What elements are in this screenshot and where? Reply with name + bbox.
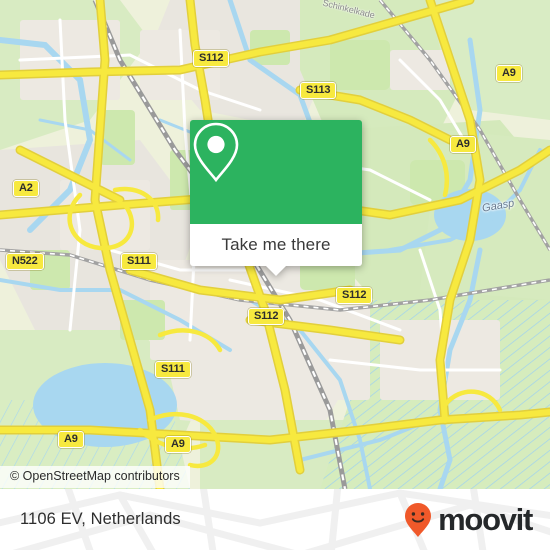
footer-bar: 1106 EV, Netherlands moovit	[0, 489, 550, 550]
destination-callout-card[interactable]: Take me there	[190, 120, 362, 276]
road-shield: S112	[336, 287, 373, 304]
road-shield: S112	[193, 50, 230, 67]
take-me-there-label: Take me there	[221, 235, 331, 254]
road-shield: S111	[121, 253, 157, 270]
callout-icon-panel	[190, 120, 362, 224]
road-shield: S112	[248, 308, 285, 325]
road-shield: N522	[6, 253, 44, 270]
callout-action-panel[interactable]: Take me there	[190, 224, 362, 276]
map-screen: S112 S113 A9 A9 A2 N522 S111 S112 S112 S…	[0, 0, 550, 550]
callout-pointer	[265, 265, 287, 276]
moovit-smiley-pin-icon	[405, 502, 432, 537]
road-shield: A9	[58, 431, 84, 448]
road-shield: A9	[450, 136, 476, 153]
osm-attribution[interactable]: © OpenStreetMap contributors	[0, 466, 190, 488]
moovit-wordmark: moovit	[438, 502, 533, 537]
map-canvas[interactable]: S112 S113 A9 A9 A2 N522 S111 S112 S112 S…	[0, 0, 550, 489]
road-shield: S111	[155, 361, 191, 378]
moovit-brand[interactable]: moovit	[403, 502, 533, 538]
address-label: 1106 EV, Netherlands	[20, 510, 181, 528]
road-shield: A9	[496, 65, 522, 82]
road-shield: A2	[13, 180, 39, 197]
road-shield: A9	[165, 436, 191, 453]
map-pin-icon	[193, 122, 239, 183]
road-shield: S113	[300, 82, 337, 99]
